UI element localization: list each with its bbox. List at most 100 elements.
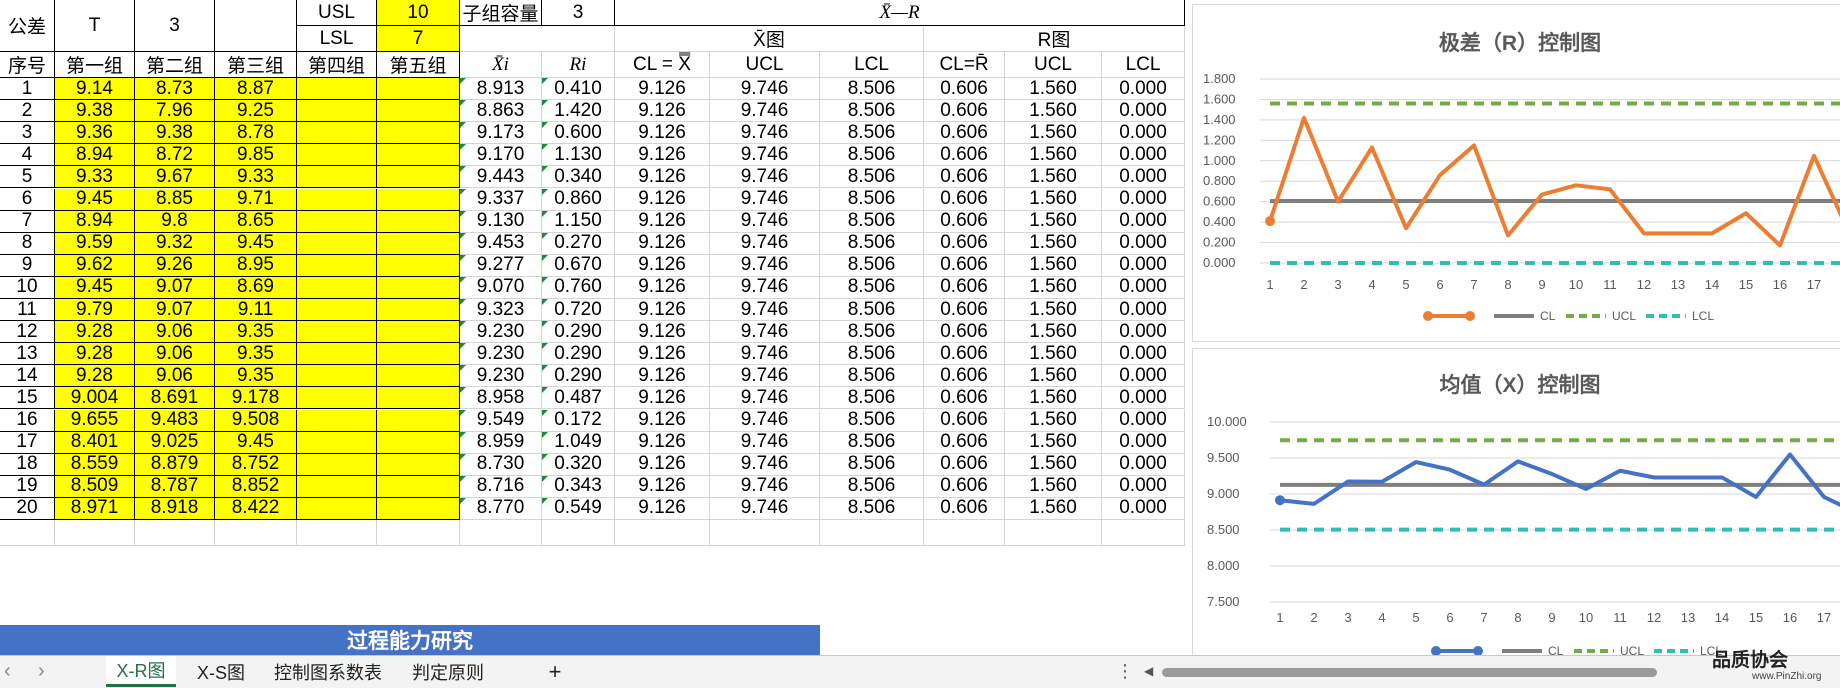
cell-group4[interactable] — [297, 210, 377, 233]
cell-range[interactable]: 1.049 — [542, 431, 615, 454]
cell-lcl-x[interactable]: 8.506 — [820, 276, 924, 299]
cell-ucl-x[interactable]: 9.746 — [710, 321, 820, 344]
cell-cl-x[interactable]: 9.126 — [615, 453, 710, 476]
cell-group5[interactable] — [377, 122, 460, 145]
cell-lcl-r[interactable]: 0.000 — [1102, 100, 1185, 123]
cell-lcl-r[interactable]: 0.000 — [1102, 166, 1185, 189]
cell-group1[interactable]: 9.33 — [55, 166, 135, 189]
cell-cl-x[interactable]: 9.126 — [615, 122, 710, 145]
col-header-ucl_x[interactable]: UCL — [710, 52, 820, 78]
cell-cl-x[interactable]: 9.126 — [615, 299, 710, 322]
tab-x-r[interactable]: X-R图 — [106, 656, 176, 687]
cell-cl-r[interactable]: 0.606 — [924, 210, 1005, 233]
empty-cell[interactable] — [1005, 520, 1102, 546]
cell-range[interactable]: 0.290 — [542, 343, 615, 366]
cell-lcl-r[interactable]: 0.000 — [1102, 475, 1185, 498]
cell-group1[interactable]: 8.559 — [55, 453, 135, 476]
cell-group4[interactable] — [297, 232, 377, 255]
cell-cl-r[interactable]: 0.606 — [924, 453, 1005, 476]
table-row-number[interactable]: 19 — [0, 475, 55, 498]
cell-lcl-x[interactable]: 8.506 — [820, 343, 924, 366]
more-options-icon[interactable]: ⋮ — [1116, 661, 1134, 682]
cell-cl-r[interactable]: 0.606 — [924, 475, 1005, 498]
table-row-number[interactable]: 11 — [0, 299, 55, 322]
cell-group4[interactable] — [297, 122, 377, 145]
cell-group1[interactable]: 8.94 — [55, 210, 135, 233]
cell-lcl-x[interactable]: 8.506 — [820, 497, 924, 520]
cell-ucl-x[interactable]: 9.746 — [710, 254, 820, 277]
cell-group5[interactable] — [377, 387, 460, 410]
empty-cell[interactable] — [215, 520, 297, 546]
cell-ucl-x[interactable]: 9.746 — [710, 387, 820, 410]
table-row-number[interactable]: 13 — [0, 343, 55, 366]
cell-group1[interactable]: 9.45 — [55, 188, 135, 211]
cell-group3[interactable]: 8.65 — [215, 210, 297, 233]
cell-range[interactable]: 1.420 — [542, 100, 615, 123]
cell-lcl-x[interactable]: 8.506 — [820, 299, 924, 322]
cell-range[interactable]: 0.670 — [542, 254, 615, 277]
col-header-xi[interactable]: X̄i — [460, 52, 542, 78]
cell-group3[interactable]: 8.852 — [215, 475, 297, 498]
cell-group4[interactable] — [297, 166, 377, 189]
cell-group2[interactable]: 8.85 — [135, 188, 215, 211]
table-row-number[interactable]: 7 — [0, 210, 55, 233]
cell-ucl-x[interactable]: 9.746 — [710, 431, 820, 454]
empty-cell[interactable] — [542, 520, 615, 546]
add-sheet-button[interactable]: + — [540, 656, 570, 687]
cell-lcl-r[interactable]: 0.000 — [1102, 299, 1185, 322]
cell-group4[interactable] — [297, 497, 377, 520]
cell-lcl-r[interactable]: 0.000 — [1102, 144, 1185, 167]
cell-lcl-x[interactable]: 8.506 — [820, 100, 924, 123]
lsl-label[interactable]: LSL — [297, 26, 377, 52]
cell-ucl-r[interactable]: 1.560 — [1005, 122, 1102, 145]
cell-xbar[interactable]: 8.770 — [460, 497, 542, 520]
usl-label[interactable]: USL — [297, 0, 377, 26]
cell-group5[interactable] — [377, 299, 460, 322]
cell-group4[interactable] — [297, 78, 377, 101]
cell-range[interactable]: 0.860 — [542, 188, 615, 211]
cell-lcl-x[interactable]: 8.506 — [820, 431, 924, 454]
col-header-ri[interactable]: Ri — [542, 52, 615, 78]
cell-group5[interactable] — [377, 453, 460, 476]
cell-ucl-x[interactable]: 9.746 — [710, 299, 820, 322]
cell-group1[interactable]: 8.401 — [55, 431, 135, 454]
cell-xbar[interactable]: 9.170 — [460, 144, 542, 167]
cell-lcl-x[interactable]: 8.506 — [820, 210, 924, 233]
table-row-number[interactable]: 5 — [0, 166, 55, 189]
cell-group3[interactable]: 9.33 — [215, 166, 297, 189]
subgroup-value[interactable]: 3 — [542, 0, 615, 26]
col-header-cl_x[interactable]: CL = X̿ — [615, 52, 710, 78]
cell-group1[interactable]: 8.971 — [55, 497, 135, 520]
cell-range[interactable]: 0.172 — [542, 409, 615, 432]
cell-group3[interactable]: 9.45 — [215, 232, 297, 255]
table-row-number[interactable]: 18 — [0, 453, 55, 476]
cell-group2[interactable]: 9.06 — [135, 321, 215, 344]
cell-group5[interactable] — [377, 431, 460, 454]
cell-cl-r[interactable]: 0.606 — [924, 321, 1005, 344]
lsl-value[interactable]: 7 — [377, 26, 460, 52]
cell-ucl-r[interactable]: 1.560 — [1005, 453, 1102, 476]
cell-group2[interactable]: 9.025 — [135, 431, 215, 454]
cell-xbar[interactable]: 9.130 — [460, 210, 542, 233]
cell-group1[interactable]: 9.28 — [55, 343, 135, 366]
header-blank[interactable] — [215, 0, 297, 52]
cell-group4[interactable] — [297, 100, 377, 123]
cell-group5[interactable] — [377, 409, 460, 432]
cell-ucl-x[interactable]: 9.746 — [710, 78, 820, 101]
cell-xbar[interactable]: 8.959 — [460, 431, 542, 454]
xbar-chart-label[interactable]: X̄图 — [615, 26, 924, 52]
cell-group1[interactable]: 9.36 — [55, 122, 135, 145]
cell-range[interactable]: 0.720 — [542, 299, 615, 322]
col-header-g5[interactable]: 第五组 — [377, 52, 460, 78]
cell-cl-x[interactable]: 9.126 — [615, 387, 710, 410]
cell-lcl-r[interactable]: 0.000 — [1102, 210, 1185, 233]
cell-lcl-r[interactable]: 0.000 — [1102, 453, 1185, 476]
cell-lcl-x[interactable]: 8.506 — [820, 254, 924, 277]
table-row-number[interactable]: 3 — [0, 122, 55, 145]
t-label[interactable]: T — [55, 0, 135, 52]
cell-lcl-x[interactable]: 8.506 — [820, 365, 924, 388]
cell-xbar[interactable]: 8.863 — [460, 100, 542, 123]
header-blank-2[interactable] — [460, 26, 615, 52]
usl-value[interactable]: 10 — [377, 0, 460, 26]
cell-group2[interactable]: 9.07 — [135, 276, 215, 299]
